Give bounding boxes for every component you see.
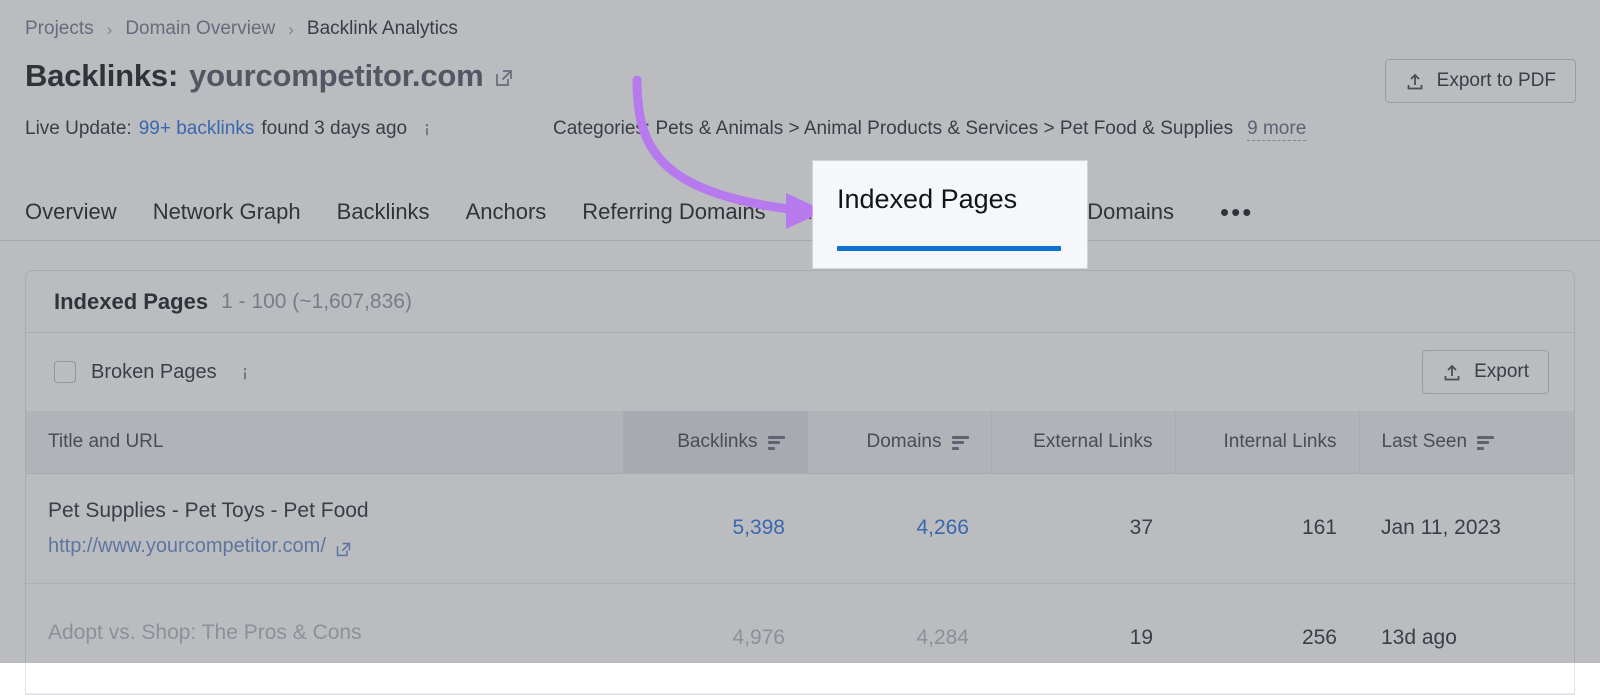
tab-referring-domains[interactable]: Referring Domains — [582, 201, 765, 223]
live-update-backlinks-link[interactable]: 99+ backlinks — [139, 118, 255, 140]
broken-pages-checkbox[interactable] — [54, 361, 76, 383]
table-row[interactable]: Adopt vs. Shop: The Pros & Cons 4,976 4,… — [26, 583, 1575, 693]
cell-external-links: 37 — [991, 473, 1175, 583]
column-header-domains[interactable]: Domains — [807, 411, 991, 473]
external-link-icon[interactable] — [335, 541, 352, 558]
cell-external-links: 19 — [991, 583, 1175, 693]
page-title-prefix: Backlinks: — [25, 58, 178, 94]
card-title: Indexed Pages — [54, 289, 208, 315]
sort-icon[interactable] — [952, 436, 969, 450]
export-to-pdf-button[interactable]: Export to PDF — [1385, 59, 1576, 103]
cell-backlinks[interactable]: 4,976 — [623, 583, 807, 693]
live-update-prefix: Live Update: — [25, 118, 132, 140]
table-body: Pet Supplies - Pet Toys - Pet Food http:… — [26, 473, 1575, 693]
indexed-pages-card: Indexed Pages 1 - 100 (~1,607,836) Broke… — [25, 270, 1575, 695]
info-icon[interactable] — [237, 365, 253, 381]
broken-pages-label: Broken Pages — [91, 361, 217, 384]
active-tab-underline — [837, 246, 1061, 251]
indexed-pages-table: Title and URL Backlinks Domains — [26, 411, 1575, 694]
categories-line: Categories: Pets & Animals > Animal Prod… — [553, 118, 1306, 141]
cell-last-seen: Jan 11, 2023 — [1359, 473, 1575, 583]
breadcrumb-item-domain-overview[interactable]: Domain Overview — [125, 18, 275, 40]
upload-icon — [1405, 72, 1425, 92]
column-label: External Links — [1033, 431, 1152, 453]
card-result-range: 1 - 100 (~1,607,836) — [221, 290, 412, 314]
column-label: Domains — [867, 431, 942, 453]
column-label: Internal Links — [1223, 431, 1336, 453]
table-header-row: Title and URL Backlinks Domains — [26, 411, 1575, 473]
cell-domains[interactable]: 4,266 — [807, 473, 991, 583]
card-header: Indexed Pages 1 - 100 (~1,607,836) — [26, 271, 1574, 333]
tab-network-graph[interactable]: Network Graph — [153, 201, 301, 223]
cell-title-and-url: Adopt vs. Shop: The Pros & Cons — [26, 583, 623, 693]
export-label: Export — [1474, 361, 1529, 383]
column-header-external-links[interactable]: External Links — [991, 411, 1175, 473]
export-button[interactable]: Export — [1422, 350, 1549, 394]
live-update-status: Live Update: 99+ backlinks found 3 days … — [25, 118, 435, 140]
page-title-domain: yourcompetitor.com — [189, 58, 483, 94]
row-url-link[interactable]: http://www.yourcompetitor.com/ — [48, 535, 352, 558]
nav-tabs: Overview Network Graph Backlinks Anchors… — [0, 183, 1600, 241]
info-icon[interactable] — [419, 122, 435, 138]
external-link-icon[interactable] — [494, 68, 514, 88]
column-header-internal-links[interactable]: Internal Links — [1175, 411, 1359, 473]
cell-internal-links: 161 — [1175, 473, 1359, 583]
indexed-pages-callout[interactable]: Indexed Pages — [813, 161, 1087, 268]
row-title: Pet Supplies - Pet Toys - Pet Food — [48, 499, 601, 523]
callout-label: Indexed Pages — [837, 184, 1017, 215]
column-header-backlinks[interactable]: Backlinks — [623, 411, 807, 473]
broken-pages-filter[interactable]: Broken Pages — [54, 361, 253, 384]
breadcrumb-separator-icon: › — [107, 21, 113, 38]
breadcrumb-item-backlink-analytics[interactable]: Backlink Analytics — [307, 18, 458, 40]
row-title: Adopt vs. Shop: The Pros & Cons — [48, 621, 601, 645]
live-update-suffix: found 3 days ago — [261, 118, 407, 140]
cell-domains[interactable]: 4,284 — [807, 583, 991, 693]
column-header-last-seen[interactable]: Last Seen — [1359, 411, 1575, 473]
upload-icon — [1442, 363, 1462, 383]
breadcrumb-separator-icon: › — [288, 21, 294, 38]
column-label: Backlinks — [677, 431, 757, 453]
categories-text: Categories: Pets & Animals > Animal Prod… — [553, 118, 1233, 140]
column-label: Last Seen — [1382, 431, 1468, 453]
categories-more-link[interactable]: 9 more — [1247, 118, 1306, 141]
card-toolbar: Broken Pages Export — [26, 333, 1574, 411]
export-to-pdf-label: Export to PDF — [1437, 70, 1556, 92]
table-row[interactable]: Pet Supplies - Pet Toys - Pet Food http:… — [26, 473, 1575, 583]
cell-last-seen: 13d ago — [1359, 583, 1575, 693]
column-label: Title and URL — [48, 431, 163, 453]
column-header-title-and-url[interactable]: Title and URL — [26, 411, 623, 473]
sort-icon[interactable] — [1477, 436, 1494, 450]
sort-icon[interactable] — [768, 436, 785, 450]
cell-backlinks[interactable]: 5,398 — [623, 473, 807, 583]
tab-backlinks[interactable]: Backlinks — [337, 201, 430, 223]
breadcrumb-item-projects[interactable]: Projects — [25, 18, 94, 40]
cell-internal-links: 256 — [1175, 583, 1359, 693]
page-title: Backlinks: yourcompetitor.com — [25, 58, 514, 94]
tab-overflow-menu[interactable]: ••• — [1210, 199, 1253, 225]
breadcrumb: Projects › Domain Overview › Backlink An… — [25, 18, 458, 40]
tab-overview[interactable]: Overview — [25, 201, 117, 223]
tab-anchors[interactable]: Anchors — [466, 201, 547, 223]
row-url-text: http://www.yourcompetitor.com/ — [48, 535, 326, 558]
cell-title-and-url: Pet Supplies - Pet Toys - Pet Food http:… — [26, 473, 623, 583]
app-page: Projects › Domain Overview › Backlink An… — [0, 0, 1600, 663]
table-header: Title and URL Backlinks Domains — [26, 411, 1575, 473]
